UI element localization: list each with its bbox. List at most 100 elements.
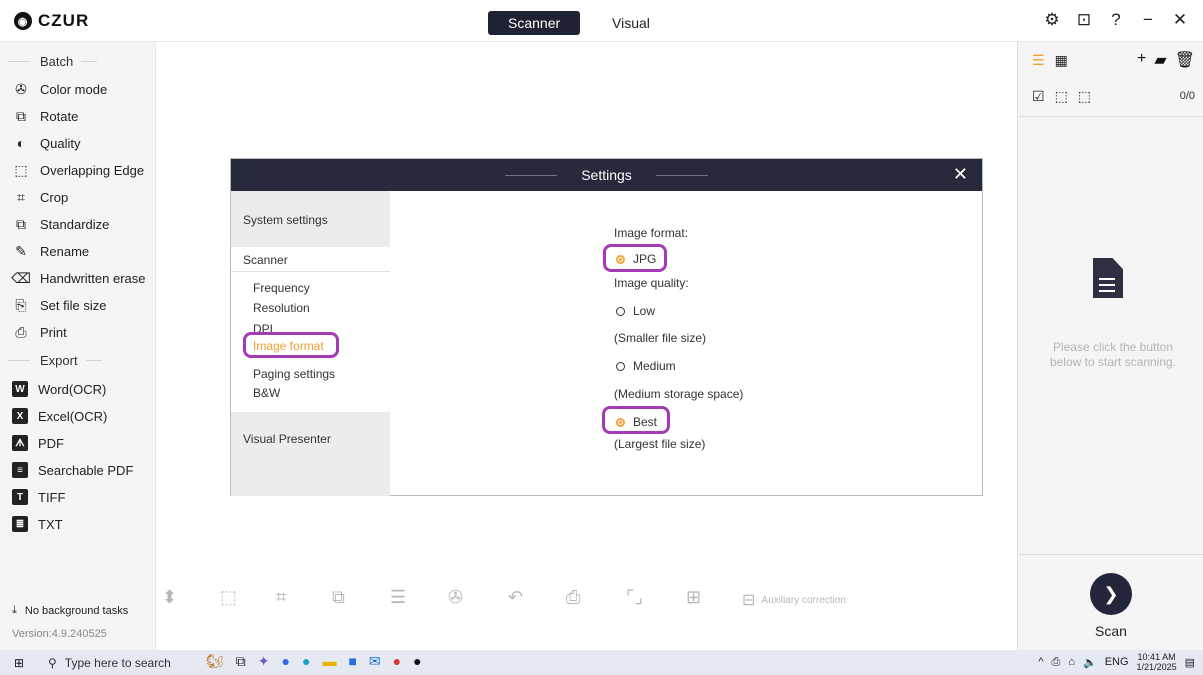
rotate-icon: ⧉ xyxy=(16,107,26,124)
empty-message: Please click the button below to start s… xyxy=(1049,340,1177,369)
low-note: (Smaller file size) xyxy=(614,331,707,345)
czur-taskbar-icon[interactable]: ● xyxy=(413,653,421,670)
adjust-sliders-icon[interactable]: ☰ xyxy=(390,587,406,608)
tab-visual[interactable]: Visual xyxy=(592,11,670,35)
widget-squirrel-icon[interactable]: 🐿 xyxy=(206,653,224,670)
trash-icon[interactable]: 🗑 xyxy=(1175,50,1195,70)
tab-scanner[interactable]: Scanner xyxy=(488,11,581,35)
print-tool-icon[interactable]: ⎙ xyxy=(566,587,580,608)
invert-selection-icon[interactable]: ⬚ xyxy=(1055,88,1068,105)
sidebar-item-color-mode[interactable]: ✇ Color mode xyxy=(12,79,107,99)
auxiliary-correction-label: Auxiliary correction xyxy=(761,594,846,606)
radio-medium[interactable]: Medium xyxy=(616,359,676,373)
sidebar-item-label: Word(OCR) xyxy=(38,381,107,397)
feedback-icon[interactable]: ⊡ xyxy=(1075,10,1093,30)
sidebar-item-txt[interactable]: ≣ TXT xyxy=(12,514,63,534)
tray-network-icon[interactable]: ⌂ xyxy=(1068,656,1075,668)
language-indicator[interactable]: ENG xyxy=(1105,656,1129,668)
notifications-icon[interactable]: ▤ xyxy=(1185,656,1195,669)
sidebar-item-pdf[interactable]: ᗑ PDF xyxy=(12,433,64,453)
nav-bw[interactable]: B&W xyxy=(253,386,280,400)
tray-app-icon[interactable]: ⎙ xyxy=(1052,656,1061,669)
windows-start-icon[interactable]: ⊞ xyxy=(14,656,24,670)
help-icon[interactable]: ? xyxy=(1107,10,1125,30)
clock-date: 1/21/2025 xyxy=(1136,662,1177,672)
edge-browser-icon[interactable]: ● xyxy=(302,653,310,670)
taskbar-clock[interactable]: 10:41 AM 1/21/2025 xyxy=(1137,652,1177,672)
task-view-icon[interactable]: ⧉ xyxy=(236,653,246,670)
file-actions: + ▰ 🗑 xyxy=(1137,50,1195,70)
sidebar-item-rotate[interactable]: ⧉ Rotate xyxy=(12,106,78,126)
add-icon[interactable]: + xyxy=(1137,50,1146,70)
rotate-tool-icon[interactable]: ⧉ xyxy=(332,587,345,608)
radio-unselected-icon xyxy=(616,361,625,371)
searchable-pdf-icon: ≡ xyxy=(12,462,28,478)
chrome-icon[interactable]: ● xyxy=(393,653,401,670)
sidebar-item-crop[interactable]: ⌗ Crop xyxy=(12,187,68,207)
select-all-icon[interactable]: ☑ xyxy=(1032,88,1045,105)
sidebar-item-set-file-size[interactable]: ⎘ Set file size xyxy=(12,295,106,315)
zoom-app-icon[interactable]: ● xyxy=(282,653,290,670)
tiff-icon: T xyxy=(12,489,28,505)
qr-code-icon[interactable]: ⊞ xyxy=(686,587,701,608)
taskbar-search-placeholder: Type here to search xyxy=(64,655,171,670)
grid-view-icon[interactable]: ▦ xyxy=(1055,52,1068,69)
version-label: Version:4.9.240525 xyxy=(12,628,107,640)
sidebar-item-tiff[interactable]: T TIFF xyxy=(12,487,65,507)
radio-low[interactable]: Low xyxy=(616,304,655,318)
store-icon[interactable]: ■ xyxy=(348,653,356,670)
list-view-icon[interactable]: ☰ xyxy=(1032,52,1045,69)
sidebar-item-label: Searchable PDF xyxy=(38,462,134,478)
background-tasks[interactable]: ⤓ No background tasks xyxy=(12,604,128,617)
sidebar-item-rename[interactable]: ✎ Rename xyxy=(12,241,89,261)
sidebar-item-print[interactable]: ⎙ Print xyxy=(12,322,67,342)
tray-volume-icon[interactable]: 🔈 xyxy=(1083,656,1097,669)
image-quality-label: Image quality: xyxy=(614,276,689,290)
dialog-close-icon[interactable]: ✕ xyxy=(953,164,968,185)
sidebar-item-overlapping-edge[interactable]: ⬚ Overlapping Edge xyxy=(12,160,144,180)
settings-title: Settings xyxy=(581,167,632,183)
mail-icon[interactable]: ✉ xyxy=(369,653,381,670)
sidebar-item-label: PDF xyxy=(38,435,64,451)
sidebar-item-label: TXT xyxy=(38,516,63,532)
select-area-icon[interactable]: ⬚ xyxy=(220,587,237,608)
nav-visual-presenter[interactable]: Visual Presenter xyxy=(243,432,331,446)
sidebar-item-label: Print xyxy=(40,324,67,340)
clock-time: 10:41 AM xyxy=(1137,652,1176,662)
left-sidebar: Batch ✇ Color mode ⧉ Rotate ◐ Quality ⬚ Over… xyxy=(0,42,156,650)
nav-divider xyxy=(231,271,390,272)
folder-icon[interactable]: ▰ xyxy=(1154,50,1166,70)
crop-tool-icon[interactable]: ⌗ xyxy=(276,587,286,608)
sidebar-item-quality[interactable]: ◐ Quality xyxy=(12,133,81,153)
batch-header-label: Batch xyxy=(40,54,74,69)
best-note: (Largest file size) xyxy=(614,437,706,451)
copilot-icon[interactable]: ✦ xyxy=(258,653,270,670)
sidebar-item-handwritten-erase[interactable]: ⌫ Handwritten erase xyxy=(11,268,145,288)
close-icon[interactable]: ✕ xyxy=(1171,10,1189,30)
nav-frequency[interactable]: Frequency xyxy=(253,281,310,295)
taskbar-search[interactable]: ⚲ Type here to search xyxy=(42,652,202,673)
nav-paging-settings[interactable]: Paging settings xyxy=(253,367,335,381)
excel-icon: X xyxy=(12,408,28,424)
color-tool-icon[interactable]: ✇ xyxy=(448,587,463,608)
nav-scanner[interactable]: Scanner xyxy=(243,253,288,267)
file-explorer-icon[interactable]: ▬ xyxy=(322,653,336,670)
tray-chevron-up-icon[interactable]: ^ xyxy=(1038,656,1043,668)
sidebar-item-label: Color mode xyxy=(40,81,108,97)
system-tray: ^ ⎙ ⌂ 🔈 ENG 10:41 AM 1/21/2025 ▤ xyxy=(1038,652,1195,672)
scan-button[interactable]: ❯ xyxy=(1090,573,1132,615)
sidebar-item-word-ocr[interactable]: W Word(OCR) xyxy=(12,379,106,399)
sidebar-item-searchable-pdf[interactable]: ≡ Searchable PDF xyxy=(12,460,133,480)
auxiliary-correction-button[interactable]: ⊟ Auxiliary correction xyxy=(742,590,846,610)
deselect-icon[interactable]: ⬚ xyxy=(1078,88,1091,105)
nav-system-settings[interactable]: System settings xyxy=(243,213,328,227)
ocr-icon[interactable]: ⌜⌟ xyxy=(626,587,643,608)
settings-gear-icon[interactable]: ⚙ xyxy=(1043,10,1061,30)
sidebar-item-excel-ocr[interactable]: X Excel(OCR) xyxy=(12,406,107,426)
sidebar-item-standardize[interactable]: ⧉ Standardize xyxy=(12,214,109,234)
adjust-height-icon[interactable]: ⬍ xyxy=(162,587,177,608)
undo-icon[interactable]: ↶ xyxy=(508,587,523,608)
sidebar-item-label: Overlapping Edge xyxy=(40,162,145,178)
nav-resolution[interactable]: Resolution xyxy=(253,301,310,315)
minimize-icon[interactable]: − xyxy=(1139,10,1157,30)
